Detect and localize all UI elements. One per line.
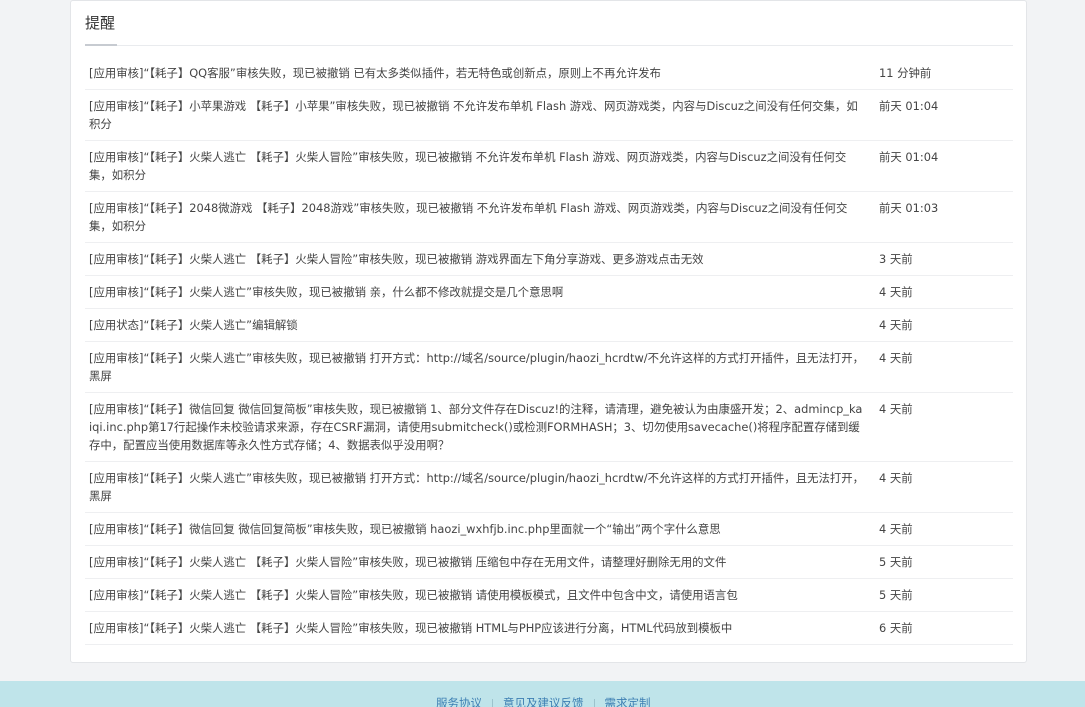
notification-text: [应用审核]“【耗子】QQ客服”审核失败，现已被撤销 已有太多类似插件，若无特色… — [89, 66, 661, 80]
notification-row: [应用审核]“【耗子】火柴人逃亡 【耗子】火柴人冒险”审核失败，现已被撤销 请使… — [85, 579, 1013, 612]
notification-row: [应用状态]“【耗子】火柴人逃亡”编辑解锁 4 天前 — [85, 309, 1013, 342]
page-title: 提醒 — [85, 14, 116, 32]
notification-row: [应用审核]“【耗子】火柴人逃亡”审核失败，现已被撤销 打开方式：http://… — [85, 342, 1013, 393]
notification-text: [应用审核]“【耗子】火柴人逃亡 【耗子】火柴人冒险”审核失败，现已被撤销 HT… — [89, 621, 733, 635]
notification-time: 3 天前 — [879, 252, 913, 266]
notification-time: 前天 01:04 — [879, 150, 939, 164]
notification-time: 4 天前 — [879, 402, 913, 416]
notification-time: 11 分钟前 — [879, 66, 932, 80]
notification-row: [应用审核]“【耗子】小苹果游戏 【耗子】小苹果”审核失败，现已被撤销 不允许发… — [85, 90, 1013, 141]
notification-time: 5 天前 — [879, 588, 913, 602]
notification-text: [应用审核]“【耗子】微信回复 微信回复简板”审核失败，现已被撤销 1、部分文件… — [89, 402, 863, 452]
footer: 服务协议 意见及建议反馈 需求定制 — [0, 681, 1085, 707]
notification-time: 5 天前 — [879, 555, 913, 569]
notification-text: [应用审核]“【耗子】火柴人逃亡”审核失败，现已被撤销 打开方式：http://… — [89, 471, 865, 503]
notification-text: [应用审核]“【耗子】火柴人逃亡 【耗子】火柴人冒险”审核失败，现已被撤销 不允… — [89, 150, 847, 182]
footer-link-feedback[interactable]: 意见及建议反馈 — [503, 696, 584, 707]
footer-separator — [492, 698, 493, 707]
notification-text: [应用审核]“【耗子】火柴人逃亡 【耗子】火柴人冒险”审核失败，现已被撤销 游戏… — [89, 252, 704, 266]
notification-time: 4 天前 — [879, 471, 913, 485]
notification-row: [应用审核]“【耗子】火柴人逃亡”审核失败，现已被撤销 亲，什么都不修改就提交是… — [85, 276, 1013, 309]
footer-links: 服务协议 意见及建议反馈 需求定制 — [436, 695, 651, 707]
notification-time: 6 天前 — [879, 621, 913, 635]
notification-time: 4 天前 — [879, 351, 913, 365]
notification-text: [应用审核]“【耗子】火柴人逃亡”审核失败，现已被撤销 打开方式：http://… — [89, 351, 865, 383]
notification-time: 4 天前 — [879, 318, 913, 332]
notification-text: [应用审核]“【耗子】2048微游戏 【耗子】2048游戏”审核失败，现已被撤销… — [89, 201, 848, 233]
footer-link-service-agreement[interactable]: 服务协议 — [436, 696, 482, 707]
card-header: 提醒 — [85, 13, 1013, 46]
notification-text: [应用审核]“【耗子】火柴人逃亡”审核失败，现已被撤销 亲，什么都不修改就提交是… — [89, 285, 564, 299]
notification-text: [应用审核]“【耗子】小苹果游戏 【耗子】小苹果”审核失败，现已被撤销 不允许发… — [89, 99, 858, 131]
notification-text: [应用审核]“【耗子】微信回复 微信回复简板”审核失败，现已被撤销 haozi_… — [89, 522, 721, 536]
notification-row: [应用审核]“【耗子】微信回复 微信回复简板”审核失败，现已被撤销 1、部分文件… — [85, 393, 1013, 462]
notification-row: [应用审核]“【耗子】火柴人逃亡 【耗子】火柴人冒险”审核失败，现已被撤销 游戏… — [85, 243, 1013, 276]
notification-row: [应用审核]“【耗子】火柴人逃亡 【耗子】火柴人冒险”审核失败，现已被撤销 压缩… — [85, 546, 1013, 579]
notification-row: [应用审核]“【耗子】微信回复 微信回复简板”审核失败，现已被撤销 haozi_… — [85, 513, 1013, 546]
notification-row: [应用审核]“【耗子】火柴人逃亡 【耗子】火柴人冒险”审核失败，现已被撤销 不允… — [85, 141, 1013, 192]
notification-time: 前天 01:03 — [879, 201, 939, 215]
page: 提醒 [应用审核]“【耗子】QQ客服”审核失败，现已被撤销 已有太多类似插件，若… — [0, 0, 1085, 707]
notification-time: 4 天前 — [879, 285, 913, 299]
notification-text: [应用审核]“【耗子】火柴人逃亡 【耗子】火柴人冒险”审核失败，现已被撤销 请使… — [89, 588, 738, 602]
notification-text: [应用状态]“【耗子】火柴人逃亡”编辑解锁 — [89, 318, 298, 332]
title-underline — [85, 44, 117, 46]
footer-separator — [593, 698, 595, 707]
notification-row: [应用审核]“【耗子】QQ客服”审核失败，现已被撤销 已有太多类似插件，若无特色… — [85, 57, 1013, 90]
notification-time: 前天 01:04 — [879, 99, 939, 113]
notification-row: [应用审核]“【耗子】火柴人逃亡”审核失败，现已被撤销 打开方式：http://… — [85, 462, 1013, 513]
notification-row: [应用审核]“【耗子】火柴人逃亡 【耗子】火柴人冒险”审核失败，现已被撤销 HT… — [85, 612, 1013, 645]
notification-list: [应用审核]“【耗子】QQ客服”审核失败，现已被撤销 已有太多类似插件，若无特色… — [85, 57, 1013, 645]
footer-link-custom-request[interactable]: 需求定制 — [605, 696, 651, 707]
notification-card: 提醒 [应用审核]“【耗子】QQ客服”审核失败，现已被撤销 已有太多类似插件，若… — [70, 0, 1027, 663]
notification-row: [应用审核]“【耗子】2048微游戏 【耗子】2048游戏”审核失败，现已被撤销… — [85, 192, 1013, 243]
notification-time: 4 天前 — [879, 522, 913, 536]
notification-text: [应用审核]“【耗子】火柴人逃亡 【耗子】火柴人冒险”审核失败，现已被撤销 压缩… — [89, 555, 727, 569]
